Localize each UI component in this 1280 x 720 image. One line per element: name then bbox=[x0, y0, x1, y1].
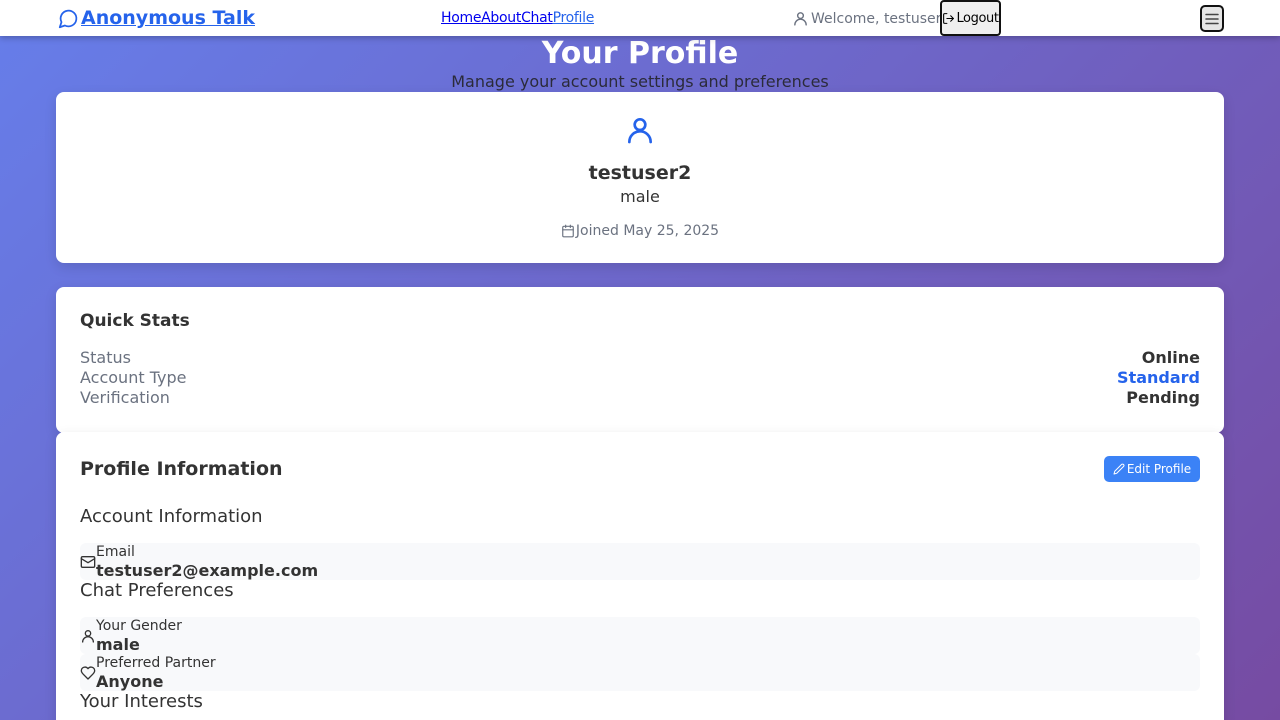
user-icon bbox=[794, 12, 807, 26]
stat-value: Pending bbox=[1126, 388, 1200, 407]
main-nav: Home About Chat Profile bbox=[441, 10, 594, 26]
stat-label: Account Type bbox=[80, 368, 187, 387]
stat-value: Standard bbox=[1117, 368, 1200, 387]
stat-row-verification: Verification Pending bbox=[80, 388, 1200, 408]
profile-summary-card: testuser2 male Joined May 25, 2025 bbox=[56, 92, 1224, 263]
brand-name: Anonymous Talk bbox=[81, 7, 255, 29]
logout-button[interactable]: Logout bbox=[940, 0, 1001, 36]
pencil-icon bbox=[1113, 463, 1125, 475]
calendar-icon bbox=[562, 224, 574, 238]
account-information-heading: Account Information bbox=[80, 506, 263, 527]
stat-row-status: Status Online bbox=[80, 348, 1200, 368]
preferred-partner-value: Anyone bbox=[96, 672, 164, 691]
stat-value: Online bbox=[1141, 348, 1200, 367]
chat-bubble-icon bbox=[58, 9, 78, 28]
nav-about-link[interactable]: About bbox=[481, 10, 521, 26]
logout-label: Logout bbox=[956, 10, 999, 26]
your-interests-heading: Your Interests bbox=[80, 691, 203, 712]
welcome-message: Welcome, testuser2 bbox=[792, 10, 950, 27]
email-label: Email bbox=[96, 544, 135, 560]
profile-information-title: Profile Information bbox=[80, 458, 283, 480]
preferred-partner-field: Preferred Partner Anyone bbox=[80, 654, 1200, 691]
joined-text: Joined May 25, 2025 bbox=[575, 223, 720, 239]
edit-profile-label: Edit Profile bbox=[1126, 462, 1192, 476]
nav-profile-link[interactable]: Profile bbox=[553, 10, 595, 26]
welcome-text: Welcome, testuser2 bbox=[811, 10, 951, 27]
menu-icon bbox=[1205, 13, 1219, 24]
stat-label: Verification bbox=[80, 388, 170, 407]
page-subtitle: Manage your account settings and prefere… bbox=[451, 72, 829, 91]
profile-username: testuser2 bbox=[588, 162, 692, 184]
heart-icon bbox=[80, 666, 96, 680]
log-out-icon bbox=[943, 12, 955, 24]
nav-chat-link[interactable]: Chat bbox=[521, 10, 553, 26]
stat-row-account-type: Account Type Standard bbox=[80, 368, 1200, 388]
chat-preferences-heading: Chat Preferences bbox=[80, 580, 234, 601]
mail-icon bbox=[80, 556, 96, 568]
page-title: Your Profile bbox=[541, 36, 739, 71]
profile-gender: male bbox=[620, 187, 660, 206]
your-gender-value: male bbox=[96, 635, 140, 654]
email-field: Email testuser2@example.com bbox=[80, 543, 1200, 580]
joined-date: Joined May 25, 2025 bbox=[56, 223, 1224, 239]
user-icon bbox=[82, 630, 94, 643]
email-value: testuser2@example.com bbox=[96, 561, 319, 580]
nav-home-link[interactable]: Home bbox=[441, 10, 481, 26]
avatar-user-icon bbox=[628, 118, 652, 144]
profile-information-card: Profile Information Edit Profile Account… bbox=[56, 432, 1224, 720]
preferred-partner-label: Preferred Partner bbox=[96, 655, 216, 671]
brand-link[interactable]: Anonymous Talk bbox=[58, 6, 255, 30]
menu-toggle-button[interactable] bbox=[1200, 5, 1224, 32]
quick-stats-card: Quick Stats Status Online Account Type S… bbox=[56, 287, 1224, 433]
quick-stats-title: Quick Stats bbox=[80, 311, 190, 331]
edit-profile-button[interactable]: Edit Profile bbox=[1104, 456, 1200, 482]
your-gender-label: Your Gender bbox=[96, 618, 182, 634]
stat-label: Status bbox=[80, 348, 131, 367]
top-navbar: Anonymous Talk Home About Chat Profile W… bbox=[0, 0, 1280, 36]
your-gender-field: Your Gender male bbox=[80, 617, 1200, 654]
